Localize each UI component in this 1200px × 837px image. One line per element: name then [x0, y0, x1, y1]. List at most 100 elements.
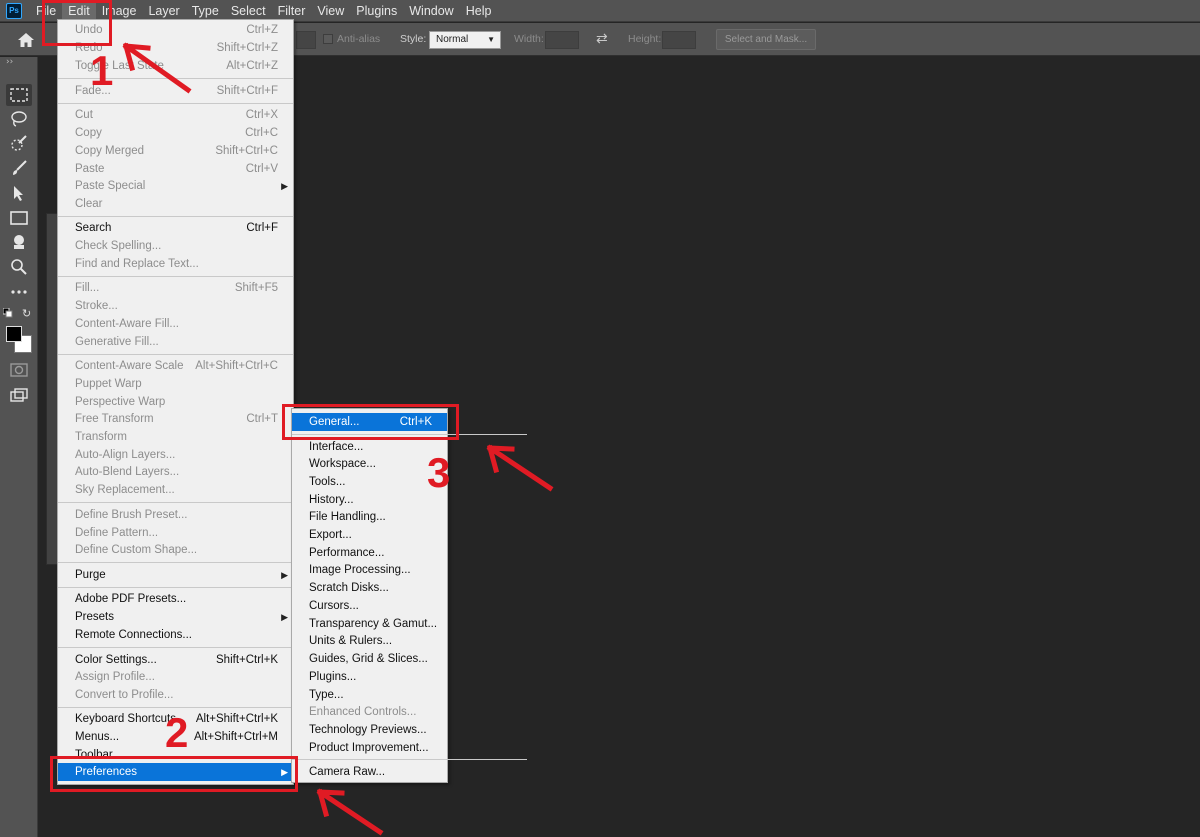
menu-item-transform[interactable]: Transform	[58, 428, 293, 446]
select-and-mask-button[interactable]: Select and Mask...	[716, 29, 816, 50]
menu-separator	[58, 354, 293, 355]
photoshop-logo-icon[interactable]: Ps	[6, 2, 22, 19]
default-colors-icon[interactable]	[2, 307, 13, 318]
pref-item-units-rulers[interactable]: Units & Rulers...	[292, 632, 447, 650]
menu-item-sky-replacement[interactable]: Sky Replacement...	[58, 481, 293, 499]
menu-item-define-pattern[interactable]: Define Pattern...	[58, 524, 293, 542]
zoom-tool-icon[interactable]	[6, 256, 32, 278]
menu-item-remote-connections[interactable]: Remote Connections...	[58, 626, 293, 644]
menu-item-stroke[interactable]: Stroke...	[58, 297, 293, 315]
pref-item-cursors[interactable]: Cursors...	[292, 597, 447, 615]
swap-icon[interactable]: ⇄	[596, 30, 608, 47]
width-input[interactable]	[545, 31, 579, 49]
lasso-tool-icon[interactable]	[6, 108, 32, 130]
expand-panel-icon[interactable]: ››	[6, 57, 13, 67]
menu-item-fill[interactable]: Fill... Shift+F5	[58, 279, 293, 297]
menu-item-generative-fill[interactable]: Generative Fill...	[58, 333, 293, 351]
menu-item-presets[interactable]: Presets ▶	[58, 608, 293, 626]
pref-item-history[interactable]: History...	[292, 491, 447, 509]
menu-item-auto-align-layers[interactable]: Auto-Align Layers...	[58, 446, 293, 464]
menu-item-free-transform[interactable]: Free Transform Ctrl+T	[58, 410, 293, 428]
home-icon[interactable]	[14, 29, 38, 51]
pref-item-performance[interactable]: Performance...	[292, 544, 447, 562]
annotation-arrow-3	[486, 444, 554, 492]
pref-item-export[interactable]: Export...	[292, 526, 447, 544]
menu-item-clear[interactable]: Clear	[58, 195, 293, 213]
height-label: Height:	[628, 33, 662, 45]
menu-item-convert-to-profile[interactable]: Convert to Profile...	[58, 686, 293, 704]
annotation-step-1: 1	[90, 47, 114, 94]
height-input[interactable]	[662, 31, 696, 49]
pref-item-transparency-gamut[interactable]: Transparency & Gamut...	[292, 615, 447, 633]
menu-item-purge[interactable]: Purge ▶	[58, 566, 293, 584]
menu-item-define-custom-shape[interactable]: Define Custom Shape...	[58, 541, 293, 559]
feather-input[interactable]	[296, 31, 316, 49]
menu-item-copy-merged[interactable]: Copy Merged Shift+Ctrl+C	[58, 142, 293, 160]
pref-item-scratch-disks[interactable]: Scratch Disks...	[292, 579, 447, 597]
pref-item-guides-grid-slices[interactable]: Guides, Grid & Slices...	[292, 650, 447, 668]
menu-plugins[interactable]: Plugins	[350, 0, 403, 22]
pref-item-type[interactable]: Type...	[292, 686, 447, 704]
submenu-arrow-icon: ▶	[281, 570, 288, 580]
photoshop-window: Ps File Edit Image Layer Type Select Fil…	[0, 0, 1200, 837]
quick-mask-icon[interactable]	[6, 359, 32, 381]
menu-item-paste[interactable]: Paste Ctrl+V	[58, 160, 293, 178]
pref-item-product-improvement[interactable]: Product Improvement...	[292, 739, 447, 757]
marquee-tool-icon[interactable]	[6, 84, 32, 106]
more-tools-icon[interactable]	[6, 281, 32, 303]
quick-selection-tool-icon[interactable]	[6, 132, 32, 154]
annotation-arrow-2	[316, 788, 384, 836]
menu-window[interactable]: Window	[403, 0, 459, 22]
pref-item-image-processing[interactable]: Image Processing...	[292, 561, 447, 579]
menu-item-cut[interactable]: Cut Ctrl+X	[58, 106, 293, 124]
menu-item-find-replace[interactable]: Find and Replace Text...	[58, 255, 293, 273]
submenu-arrow-icon: ▶	[281, 612, 288, 622]
menu-help[interactable]: Help	[460, 0, 498, 22]
preferences-submenu: General... Ctrl+K Interface... Workspace.…	[291, 408, 527, 783]
move-tool-icon[interactable]	[6, 182, 32, 204]
menu-view[interactable]: View	[311, 0, 350, 22]
menu-item-puppet-warp[interactable]: Puppet Warp	[58, 375, 293, 393]
annotation-box-general	[282, 404, 459, 440]
menu-item-search[interactable]: Search Ctrl+F	[58, 219, 293, 237]
antialias-label: Anti-alias	[337, 33, 381, 45]
menu-item-auto-blend-layers[interactable]: Auto-Blend Layers...	[58, 463, 293, 481]
menu-item-perspective-warp[interactable]: Perspective Warp	[58, 393, 293, 411]
menu-item-adobe-pdf-presets[interactable]: Adobe PDF Presets...	[58, 590, 293, 608]
swap-colors-icon[interactable]: ↻	[22, 307, 31, 320]
menu-item-define-brush-preset[interactable]: Define Brush Preset...	[58, 506, 293, 524]
pref-item-enhanced-controls[interactable]: Enhanced Controls...	[292, 703, 447, 721]
pref-item-file-handling[interactable]: File Handling...	[292, 508, 447, 526]
menu-separator	[58, 502, 293, 503]
menu-item-content-aware-fill[interactable]: Content-Aware Fill...	[58, 315, 293, 333]
menu-item-content-aware-scale[interactable]: Content-Aware Scale Alt+Shift+Ctrl+C	[58, 357, 293, 375]
foreground-color-swatch[interactable]	[6, 326, 22, 342]
annotation-box-edit-menu	[42, 0, 112, 46]
width-label: Width:	[514, 33, 544, 45]
pref-item-plugins[interactable]: Plugins...	[292, 668, 447, 686]
menu-item-color-settings[interactable]: Color Settings... Shift+Ctrl+K	[58, 651, 293, 669]
brush-tool-icon[interactable]	[6, 157, 32, 179]
style-select-value: Normal	[436, 34, 469, 45]
clone-stamp-tool-icon[interactable]	[6, 231, 32, 253]
pref-item-workspace[interactable]: Workspace...	[292, 455, 447, 473]
menu-item-copy[interactable]: Copy Ctrl+C	[58, 124, 293, 142]
pref-item-interface[interactable]: Interface...	[292, 438, 447, 456]
pref-item-tools[interactable]: Tools...	[292, 473, 447, 491]
annotation-step-2: 2	[165, 709, 189, 756]
menu-item-assign-profile[interactable]: Assign Profile...	[58, 668, 293, 686]
menu-item-check-spelling[interactable]: Check Spelling...	[58, 237, 293, 255]
menu-separator	[58, 562, 293, 563]
annotation-step-3: 3	[427, 449, 451, 496]
chevron-down-icon: ▼	[487, 35, 495, 44]
pref-item-technology-previews[interactable]: Technology Previews...	[292, 721, 447, 739]
screen-mode-icon[interactable]	[6, 384, 32, 406]
tools-panel: ›› ↻	[0, 57, 38, 837]
rectangle-tool-icon[interactable]	[6, 207, 32, 229]
menu-item-paste-special[interactable]: Paste Special ▶	[58, 177, 293, 195]
menu-separator	[292, 759, 527, 760]
antialias-checkbox[interactable]	[323, 34, 333, 44]
style-label: Style:	[400, 33, 427, 45]
style-select[interactable]: Normal ▼	[429, 31, 501, 49]
pref-item-camera-raw[interactable]: Camera Raw...	[292, 763, 447, 781]
